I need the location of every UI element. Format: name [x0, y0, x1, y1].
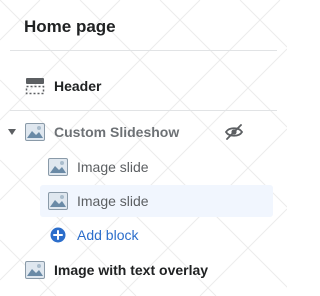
plus-circle-icon: [50, 227, 66, 243]
block-image-slide-label: Image slide: [77, 193, 149, 209]
divider: [10, 50, 277, 51]
section-header-label: Header: [54, 78, 102, 94]
block-image-slide[interactable]: Image slide: [0, 150, 287, 184]
section-image-with-text-overlay-label: Image with text overlay: [54, 262, 209, 278]
add-block-label: Add block: [77, 227, 139, 243]
header-section-icon: [25, 76, 45, 96]
section-header[interactable]: Header: [0, 69, 287, 103]
block-image-slide-selected[interactable]: Image slide: [0, 184, 287, 218]
add-block-button[interactable]: Add block: [0, 218, 287, 252]
section-image-with-text-overlay[interactable]: Image with text overlay: [0, 253, 287, 287]
eye-slash-icon[interactable]: [224, 122, 244, 142]
divider: [10, 110, 277, 111]
image-icon: [48, 158, 68, 176]
caret-down-icon[interactable]: [7, 127, 17, 137]
section-custom-slideshow[interactable]: Custom Slideshow: [0, 115, 287, 149]
section-custom-slideshow-label: Custom Slideshow: [54, 124, 180, 140]
page-title: Home page: [24, 17, 116, 36]
block-image-slide-label: Image slide: [77, 159, 149, 175]
image-icon: [25, 261, 45, 279]
sections-panel: Home page Header Custom Slideshow Image …: [0, 0, 287, 296]
image-icon: [48, 192, 68, 210]
image-icon: [25, 123, 45, 141]
